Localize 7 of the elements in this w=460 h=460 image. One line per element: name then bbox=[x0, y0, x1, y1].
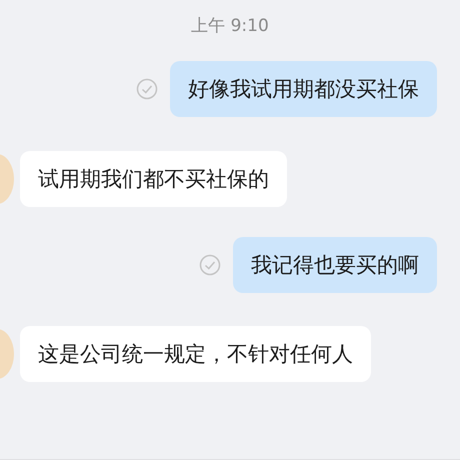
read-check-icon bbox=[136, 78, 158, 100]
read-check-icon bbox=[199, 254, 221, 276]
message-bubble: 我记得也要买的啊 bbox=[233, 237, 437, 293]
message-bubble: 好像我试用期都没买社保 bbox=[170, 61, 437, 117]
message-bubble: 试用期我们都不买社保的 bbox=[20, 151, 287, 207]
message-bubble: 这是公司统一规定，不针对任何人 bbox=[20, 326, 371, 382]
message-timestamp: 上午 9:10 bbox=[191, 15, 269, 37]
